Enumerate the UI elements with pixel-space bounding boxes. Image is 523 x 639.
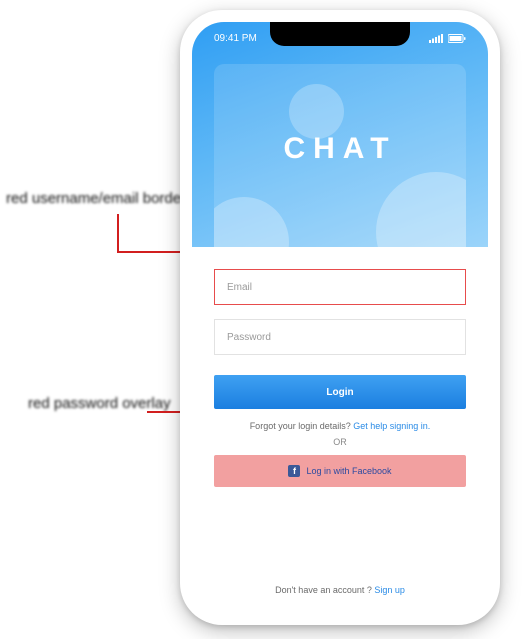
forgot-prefix: Forgot your login details? <box>250 421 354 431</box>
facebook-icon: f <box>288 465 300 477</box>
signup-prefix: Don't have an account ? <box>275 585 374 595</box>
hero-bubble <box>289 84 344 139</box>
or-divider: OR <box>214 437 466 447</box>
login-form: Login Forgot your login details? Get hel… <box>192 247 488 487</box>
app-title: CHAT <box>214 132 466 166</box>
hero-bubble <box>214 197 289 247</box>
facebook-login-button[interactable]: f Log in with Facebook <box>214 455 466 487</box>
phone-frame: 09:41 PM <box>180 10 500 625</box>
battery-icon <box>448 34 466 43</box>
password-field[interactable] <box>214 319 466 355</box>
login-button[interactable]: Login <box>214 375 466 409</box>
hero-bubble <box>376 172 466 247</box>
signup-link[interactable]: Sign up <box>374 585 405 595</box>
status-time: 09:41 PM <box>214 33 257 44</box>
facebook-login-label: Log in with Facebook <box>306 466 391 476</box>
annotation-email-border: red username/email border <box>6 190 186 209</box>
email-field[interactable] <box>214 269 466 305</box>
signal-icon <box>429 34 443 43</box>
phone-screen: 09:41 PM <box>192 22 488 613</box>
login-hero: 09:41 PM <box>192 22 488 247</box>
forgot-row: Forgot your login details? Get help sign… <box>214 421 466 431</box>
help-signin-link[interactable]: Get help signing in. <box>353 421 430 431</box>
hero-card: CHAT <box>214 64 466 247</box>
phone-notch <box>270 22 410 46</box>
signup-row: Don't have an account ? Sign up <box>192 585 488 595</box>
